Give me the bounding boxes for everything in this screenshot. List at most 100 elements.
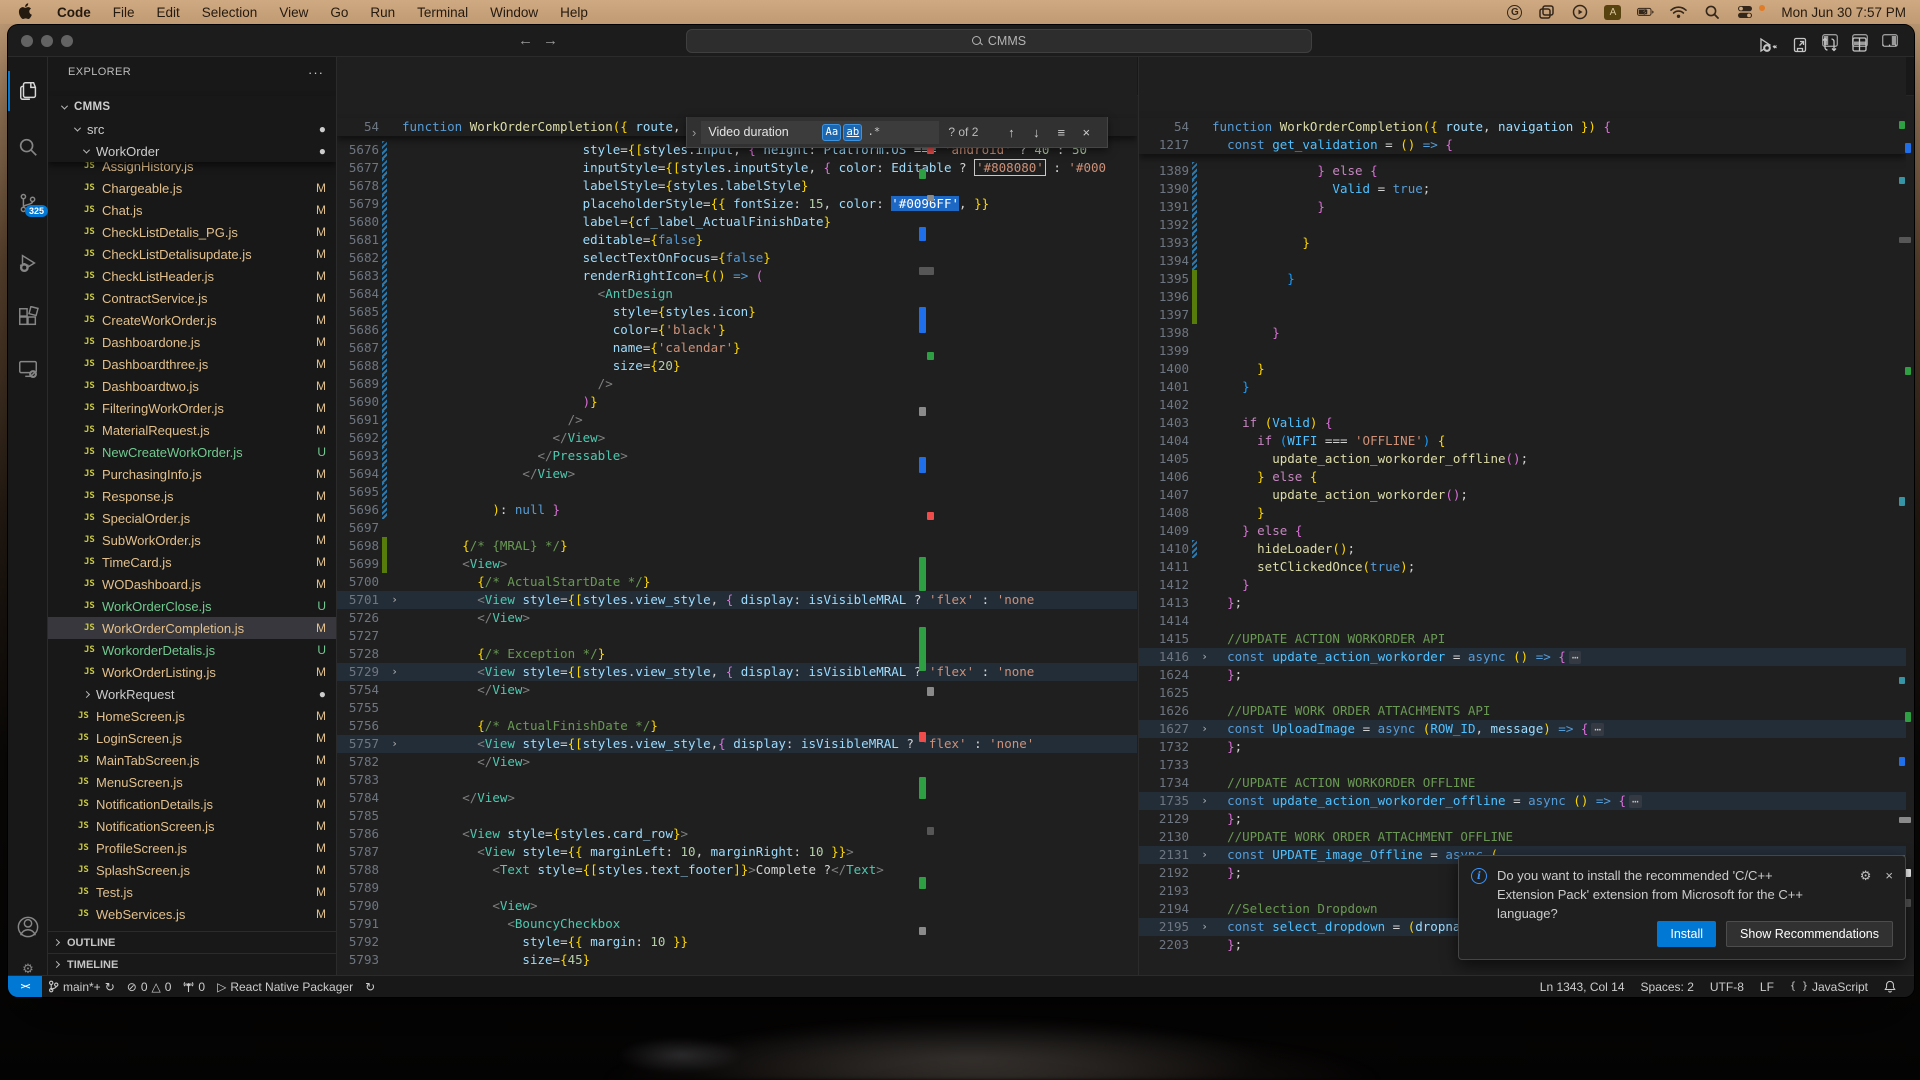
spotlight-icon[interactable]	[1703, 5, 1720, 20]
code-line[interactable]: 5789	[337, 879, 1137, 897]
fold-chevron-icon[interactable]	[1197, 594, 1212, 612]
explorer-file-row[interactable]: JS Chargeable.js M	[48, 177, 336, 199]
input-source-icon[interactable]: A	[1604, 5, 1621, 20]
code-line[interactable]: 5729 › <View style={[styles.view_style, …	[337, 663, 1137, 681]
explorer-file-row[interactable]: JS WorkorderDetalis.js U	[48, 639, 336, 661]
fold-chevron-icon[interactable]	[387, 501, 402, 519]
explorer-file-row[interactable]: JS Dashboardone.js M	[48, 331, 336, 353]
code-line[interactable]: 1733	[1139, 756, 1906, 774]
extensions-icon[interactable]	[8, 297, 48, 337]
fold-chevron-icon[interactable]	[387, 483, 402, 501]
code-line[interactable]: 5681 editable={false}	[337, 231, 1137, 249]
explorer-file-row[interactable]: JS Test.js M	[48, 881, 336, 903]
fold-chevron-icon[interactable]	[1197, 180, 1212, 198]
code-line[interactable]: 5691 />	[337, 411, 1137, 429]
menu-edit[interactable]: Edit	[146, 5, 191, 20]
fold-chevron-icon[interactable]	[387, 897, 402, 915]
code-line[interactable]: 2129 };	[1139, 810, 1906, 828]
fold-chevron-icon[interactable]	[387, 519, 402, 537]
fold-chevron-icon[interactable]	[1197, 504, 1212, 522]
code-line[interactable]: 5693 </Pressable>	[337, 447, 1137, 465]
fold-chevron-icon[interactable]	[1197, 774, 1212, 792]
wifi-icon[interactable]	[1670, 5, 1687, 20]
code-line[interactable]: 5700 {/* ActualStartDate */}	[337, 573, 1137, 591]
fold-chevron-icon[interactable]	[387, 789, 402, 807]
explorer-file-row[interactable]: JS PurchasingInfo.js M	[48, 463, 336, 485]
explorer-file-row[interactable]: JS Response.js M	[48, 485, 336, 507]
remote-indicator[interactable]: ><	[8, 976, 42, 998]
fold-chevron-icon[interactable]	[1197, 684, 1212, 702]
battery-icon[interactable]	[1637, 5, 1654, 20]
fold-chevron-icon[interactable]	[387, 861, 402, 879]
code-line[interactable]: 1399	[1139, 342, 1906, 360]
search-view-icon[interactable]	[8, 127, 48, 167]
fold-chevron-icon[interactable]	[1197, 828, 1212, 846]
fold-chevron-icon[interactable]	[387, 933, 402, 951]
code-line[interactable]: 1626 //UPDATE WORK ORDER ATTACHMENTS API	[1139, 702, 1906, 720]
fold-chevron-icon[interactable]	[387, 681, 402, 699]
code-line[interactable]: 5685 style={styles.icon}	[337, 303, 1137, 321]
fold-chevron-icon[interactable]	[1197, 612, 1212, 630]
fold-chevron-icon[interactable]	[387, 285, 402, 303]
find-next-icon[interactable]: ↓	[1028, 125, 1044, 140]
code-line[interactable]: 5696 ): null }	[337, 501, 1137, 519]
fold-chevron-icon[interactable]: ›	[387, 735, 402, 753]
split-editor-icon[interactable]	[1852, 37, 1867, 52]
code-line[interactable]: 5684 <AntDesign	[337, 285, 1137, 303]
code-line[interactable]: 1403 if (Valid) {	[1139, 414, 1906, 432]
code-line[interactable]: 1394	[1139, 252, 1906, 270]
explorer-file-row[interactable]: JS NotificationScreen.js M	[48, 815, 336, 837]
code-line[interactable]: 1625	[1139, 684, 1906, 702]
explorer-file-row[interactable]: JS CheckListHeader.js M	[48, 265, 336, 287]
menu-selection[interactable]: Selection	[191, 5, 269, 20]
code-line[interactable]: 1413 };	[1139, 594, 1906, 612]
find-previous-icon[interactable]: ↑	[1003, 125, 1019, 140]
fold-chevron-icon[interactable]	[387, 267, 402, 285]
explorer-file-row[interactable]: JS WODashboard.js M	[48, 573, 336, 595]
window-stack-icon[interactable]	[1538, 5, 1555, 20]
apple-icon[interactable]	[18, 3, 32, 22]
source-control-icon[interactable]: 325	[8, 183, 48, 223]
fold-chevron-icon[interactable]	[1197, 522, 1212, 540]
explorer-file-row[interactable]: JS ProfileScreen.js M	[48, 837, 336, 859]
menu-clock[interactable]: Mon Jun 30 7:57 PM	[1781, 5, 1906, 20]
explorer-file-row[interactable]: JS SubWorkOrder.js M	[48, 529, 336, 551]
explorer-folder-row[interactable]: JS src ●	[48, 118, 336, 140]
cursor-position-status[interactable]: Ln 1343, Col 14	[1532, 976, 1633, 998]
code-line[interactable]: 5679 placeholderStyle={{ fontSize: 15, c…	[337, 195, 1137, 213]
close-find-icon[interactable]: ×	[1078, 125, 1094, 140]
code-area-left[interactable]: 5676 style={[styles.input, { height: Pla…	[337, 118, 1137, 975]
fold-chevron-icon[interactable]	[1197, 162, 1212, 180]
explorer-file-row[interactable]: JS WorkRequest ●	[48, 683, 336, 705]
code-line[interactable]: 1411 setClickedOnce(true);	[1139, 558, 1906, 576]
remote-explorer-icon[interactable]	[8, 349, 48, 389]
explorer-file-row[interactable]: JS LoginScreen.js M	[48, 727, 336, 749]
fold-chevron-icon[interactable]	[387, 303, 402, 321]
indentation-status[interactable]: Spaces: 2	[1633, 976, 1702, 998]
fold-chevron-icon[interactable]	[387, 699, 402, 717]
fold-chevron-icon[interactable]	[1197, 450, 1212, 468]
menu-run[interactable]: Run	[359, 5, 406, 20]
menu-help[interactable]: Help	[549, 5, 599, 20]
code-line[interactable]: 5694 </View>	[337, 465, 1137, 483]
language-mode-status[interactable]: { } JavaScript	[1782, 976, 1876, 998]
code-line[interactable]: 1400 }	[1139, 360, 1906, 378]
code-line[interactable]: 5692 </View>	[337, 429, 1137, 447]
fold-chevron-icon[interactable]	[1197, 468, 1212, 486]
fold-chevron-icon[interactable]	[387, 321, 402, 339]
fold-chevron-icon[interactable]	[387, 465, 402, 483]
fold-chevron-icon[interactable]	[1197, 810, 1212, 828]
overview-ruler-left[interactable]	[916, 117, 936, 967]
match-case-toggle[interactable]: Aa	[822, 124, 841, 141]
fold-chevron-icon[interactable]	[387, 141, 402, 159]
accounts-icon[interactable]	[8, 907, 48, 947]
menu-code[interactable]: Code	[46, 5, 102, 20]
run-debug-icon[interactable]	[8, 243, 48, 283]
code-line[interactable]: 5697	[337, 519, 1137, 537]
control-center-icon[interactable]	[1736, 5, 1753, 20]
fold-chevron-icon[interactable]	[387, 393, 402, 411]
fold-chevron-icon[interactable]	[387, 159, 402, 177]
code-line[interactable]: 5682 selectTextOnFocus={false}	[337, 249, 1137, 267]
explorer-folder-row[interactable]: JS WorkOrder ●	[48, 140, 336, 162]
explorer-folder-row[interactable]: JS CMMS	[48, 96, 336, 118]
